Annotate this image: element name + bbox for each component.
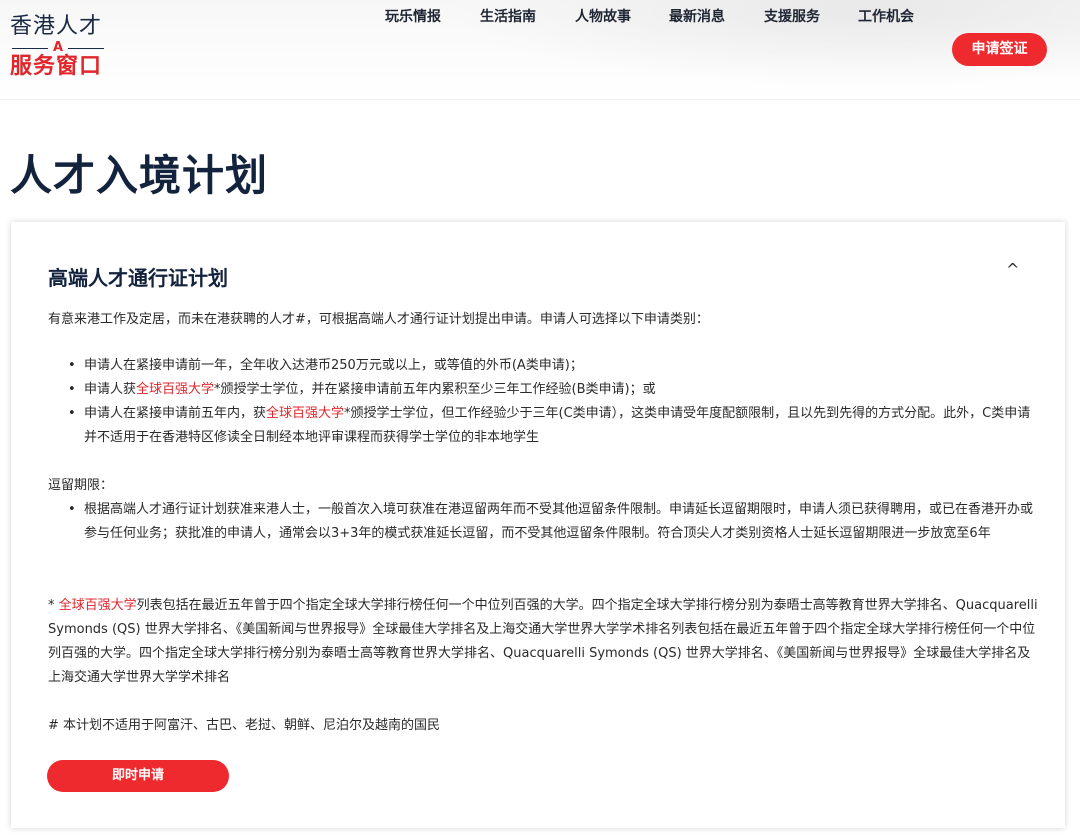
- nav-item-living-guide[interactable]: 生活指南: [480, 0, 536, 34]
- scheme-card: 高端人才通行证计划 ^ 有意来港工作及定居，而未在港获聘的人才#，可根据高端人才…: [11, 222, 1065, 828]
- nav-item-news[interactable]: 最新消息: [669, 0, 725, 34]
- stay-period-label: 逗留期限：: [48, 478, 114, 493]
- category-list: 申请人在紧接申请前一年，全年收入达港币250万元或以上，或等值的外币(A类申请)…: [66, 354, 1041, 450]
- section-title[interactable]: 高端人才通行证计划: [48, 262, 228, 291]
- site-logo[interactable]: 香港人才 A 服务窗口: [10, 14, 110, 86]
- top-100-universities-link[interactable]: 全球百强大学: [59, 598, 137, 613]
- page-title: 人才入境计划: [10, 151, 269, 200]
- intro-text: 有意来港工作及定居，而未在港获聘的人才#，可根据高端人才通行证计划提出申请。申请…: [48, 312, 709, 327]
- logo-a-mark-icon: A: [53, 40, 64, 55]
- nav-item-entertainment[interactable]: 玩乐情报: [385, 0, 441, 34]
- category-b-text-pre: 申请人获: [84, 382, 137, 397]
- footnote-star: *: [48, 598, 59, 613]
- site-header: 香港人才 A 服务窗口 玩乐情报 生活指南 人物故事 最新消息 支援服务 工作机…: [0, 0, 1080, 100]
- footnote-text: 列表包括在最近五年曾于四个指定全球大学排行榜任何一个中位列百强的大学。四个指定全…: [48, 598, 1038, 685]
- category-b-text-post: *颁授学士学位，并在紧接申请前五年内累积至少三年工作经验(B类申请)；或: [214, 382, 656, 397]
- category-a-text: 申请人在紧接申请前一年，全年收入达港币250万元或以上，或等值的外币(A类申请)…: [84, 358, 583, 373]
- list-item-stay-period: 根据高端人才通行证计划获准来港人士，一般首次入境可获准在港逗留两年而不受其他逗留…: [66, 498, 1041, 546]
- list-item-category-c: 申请人在紧接申请前五年内，获全球百强大学*颁授学士学位，但工作经验少于三年(C类…: [66, 402, 1041, 450]
- nav-item-stories[interactable]: 人物故事: [575, 0, 631, 34]
- category-c-text-pre: 申请人在紧接申请前五年内，获: [84, 406, 267, 421]
- top-100-universities-link[interactable]: 全球百强大学: [136, 382, 214, 397]
- logo-line-left: [12, 48, 48, 49]
- nav-item-jobs[interactable]: 工作机会: [858, 0, 914, 34]
- apply-now-button[interactable]: 即时申请: [47, 760, 229, 792]
- universities-footnote: * 全球百强大学列表包括在最近五年曾于四个指定全球大学排行榜任何一个中位列百强的…: [48, 594, 1038, 690]
- logo-line-right: [68, 48, 104, 49]
- logo-text-top: 香港人才: [10, 14, 103, 39]
- logo-text-bottom: 服务窗口: [10, 54, 103, 79]
- logo-divider: A: [10, 40, 110, 55]
- nationality-exclusion-note: # 本计划不适用于阿富汗、古巴、老挝、朝鲜、尼泊尔及越南的国民: [48, 718, 441, 733]
- apply-visa-button[interactable]: 申请签证: [952, 33, 1047, 66]
- nav-item-support[interactable]: 支援服务: [764, 0, 820, 34]
- list-item-category-b: 申请人获全球百强大学*颁授学士学位，并在紧接申请前五年内累积至少三年工作经验(B…: [66, 378, 1041, 402]
- stay-period-text: 根据高端人才通行证计划获准来港人士，一般首次入境可获准在港逗留两年而不受其他逗留…: [84, 502, 1034, 541]
- top-100-universities-link[interactable]: 全球百强大学: [266, 406, 344, 421]
- chevron-up-icon[interactable]: ^: [1006, 260, 1019, 279]
- list-item-category-a: 申请人在紧接申请前一年，全年收入达港币250万元或以上，或等值的外币(A类申请)…: [66, 354, 1041, 378]
- stay-period-list: 根据高端人才通行证计划获准来港人士，一般首次入境可获准在港逗留两年而不受其他逗留…: [66, 498, 1041, 546]
